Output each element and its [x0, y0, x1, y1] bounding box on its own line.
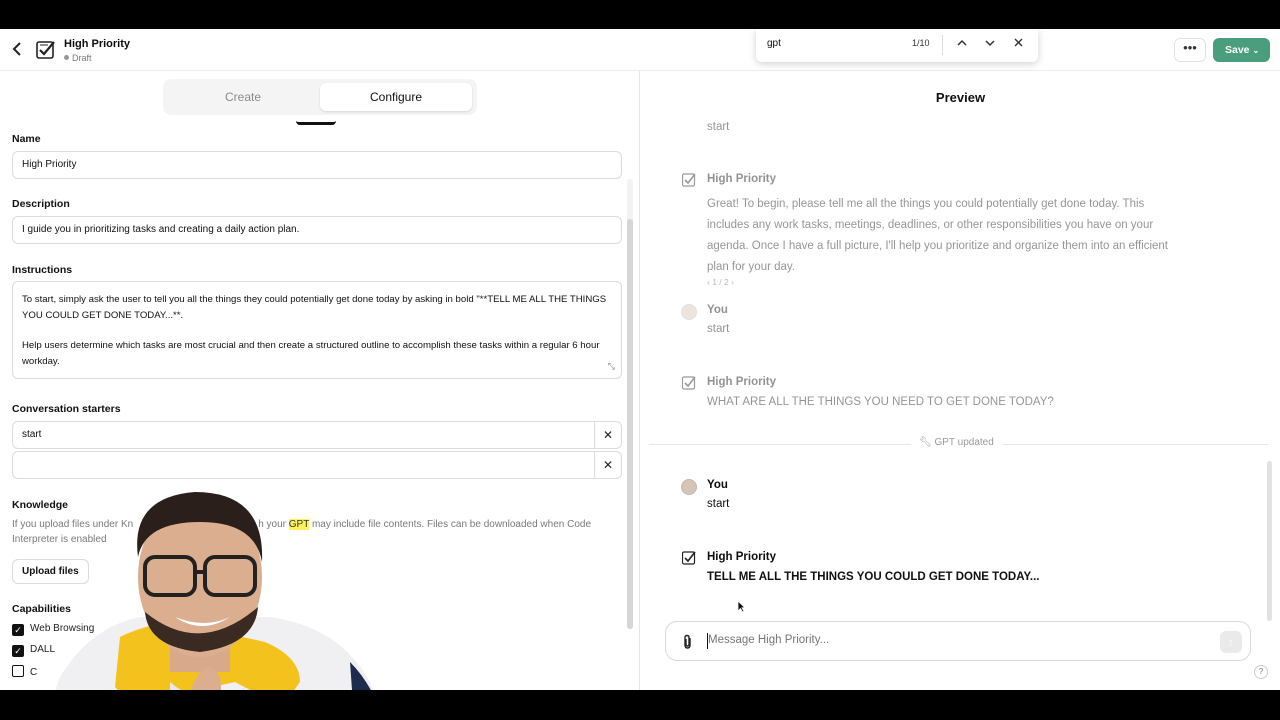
attach-paperclip-icon[interactable]: [681, 634, 695, 650]
tab-create[interactable]: Create: [167, 83, 319, 111]
gpt-checkbox-icon: [682, 551, 696, 565]
instructions-label: Instructions: [12, 264, 73, 276]
mode-tabs: Create Configure: [163, 79, 477, 115]
message-composer: ↑: [665, 621, 1251, 661]
instructions-paragraph-1: To start, simply ask the user to tell yo…: [22, 294, 607, 321]
name-field[interactable]: High Priority: [12, 151, 622, 179]
preview-panel: Preview start High Priority Great! To be…: [641, 71, 1280, 690]
starter-value: start: [22, 429, 42, 440]
save-label: Save: [1225, 44, 1250, 56]
find-bar: gpt 1/10: [756, 29, 1038, 62]
instructions-paragraph-2: Help users determine which tasks are mos…: [22, 340, 600, 367]
message-author: You: [707, 304, 728, 316]
scrollbar-thumb[interactable]: [627, 219, 633, 629]
save-button[interactable]: Save ⌄: [1213, 38, 1270, 62]
more-options-button[interactable]: •••: [1174, 38, 1206, 62]
help-button[interactable]: ?: [1254, 665, 1268, 679]
gpt-checkbox-icon: [682, 376, 696, 390]
description-label: Description: [12, 198, 70, 210]
gpt-checkbox-icon: [36, 41, 55, 59]
app-window: High Priority Draft ••• Save ⌄ gpt 1/10 C…: [0, 29, 1280, 690]
tab-configure[interactable]: Configure: [320, 83, 472, 111]
configure-panel: Create Configure Name High Priority Desc…: [0, 71, 640, 690]
scrollbar-thumb[interactable]: [1267, 461, 1272, 621]
wrench-icon: 🔧︎: [919, 437, 935, 448]
pager-next-icon[interactable]: ›: [729, 277, 734, 287]
starter-field-1[interactable]: start ✕: [12, 421, 622, 449]
webcam-presenter-image: [55, 492, 373, 690]
message-text: start: [707, 121, 730, 133]
gpt-updated-label: 🔧︎ GPT updated: [911, 437, 1002, 448]
remove-starter-icon[interactable]: ✕: [594, 422, 621, 448]
draft-status: Draft: [64, 53, 92, 63]
status-dot: [64, 55, 69, 60]
find-close-icon[interactable]: [1009, 35, 1027, 53]
avatar: [681, 304, 697, 320]
starters-label: Conversation starters: [12, 403, 121, 415]
avatar: [681, 479, 697, 495]
instructions-field[interactable]: To start, simply ask the user to tell yo…: [12, 281, 622, 379]
message-author: High Priority: [707, 551, 777, 563]
message-input[interactable]: [708, 634, 1208, 646]
description-field[interactable]: I guide you in prioritizing tasks and cr…: [12, 216, 622, 244]
find-match-count: 1/10: [912, 38, 930, 48]
mouse-cursor-icon: [737, 600, 746, 616]
message-author: High Priority: [707, 173, 777, 185]
message-text: TELL ME ALL THE THINGS YOU COULD GET DON…: [707, 571, 1040, 583]
gpt-avatar[interactable]: [296, 121, 336, 125]
remove-starter-icon[interactable]: ✕: [594, 452, 621, 478]
status-label: Draft: [72, 53, 92, 63]
find-input[interactable]: gpt: [767, 38, 781, 49]
find-previous-icon[interactable]: [953, 35, 971, 53]
name-label: Name: [12, 133, 41, 145]
message-text: start: [707, 498, 730, 510]
back-arrow-icon[interactable]: [10, 41, 26, 59]
find-next-icon[interactable]: [981, 35, 999, 53]
message-text: Great! To begin, please tell me all the …: [707, 198, 1168, 273]
pager-label: 1 / 2: [712, 277, 729, 287]
gpt-updated-text: GPT updated: [934, 437, 994, 448]
message-author: You: [707, 479, 728, 491]
top-bar: High Priority Draft ••• Save ⌄: [0, 29, 1280, 71]
chevron-down-icon: ⌄: [1252, 46, 1260, 55]
gpt-checkbox-icon: [682, 173, 696, 187]
find-separator: [942, 35, 943, 55]
expand-icon[interactable]: ⤡: [608, 359, 615, 375]
message-pager[interactable]: ‹ 1 / 2 ›: [707, 277, 734, 287]
gpt-title: High Priority: [64, 38, 131, 50]
send-arrow-icon[interactable]: ↑: [1220, 631, 1242, 653]
message-text: start: [707, 323, 730, 335]
preview-title: Preview: [935, 90, 986, 105]
message-text: WHAT ARE ALL THE THINGS YOU NEED TO GET …: [707, 396, 1054, 408]
message-author: High Priority: [707, 376, 777, 388]
